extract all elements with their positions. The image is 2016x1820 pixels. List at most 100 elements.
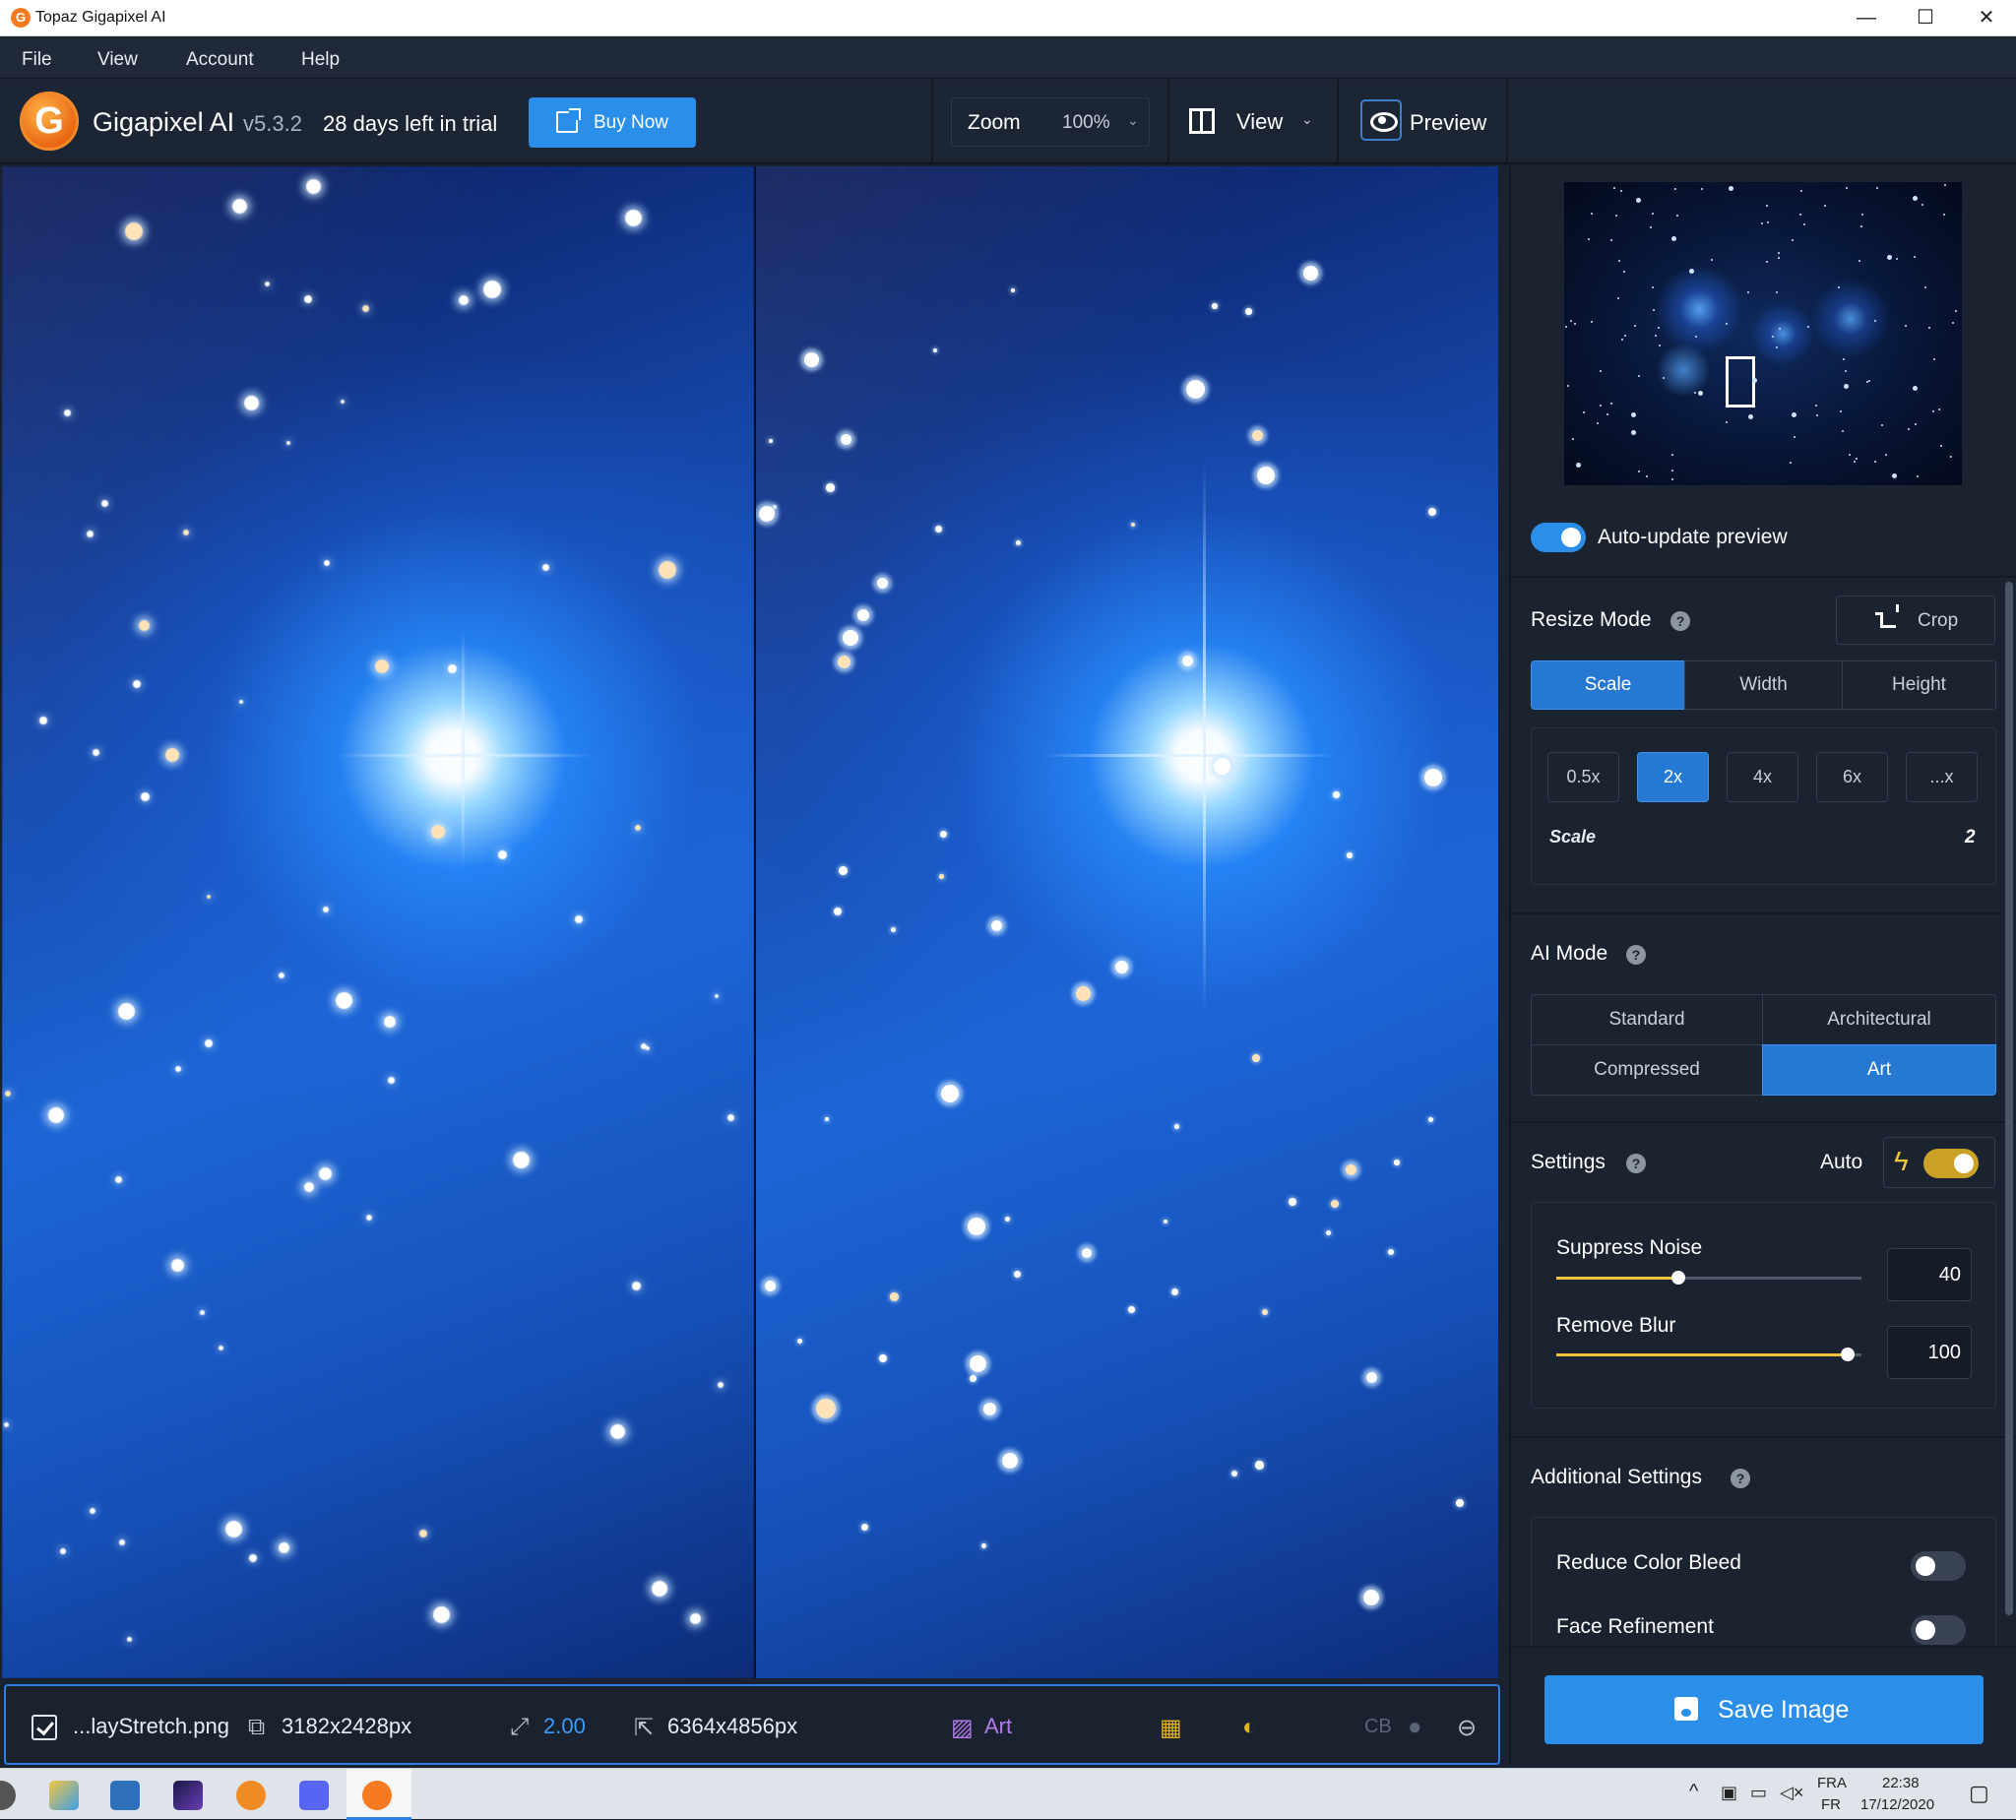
auto-update-label: Auto-update preview bbox=[1598, 526, 1788, 548]
panel-scrollbar[interactable] bbox=[2005, 582, 2013, 1615]
suppress-noise-handle[interactable] bbox=[1671, 1271, 1685, 1285]
reduce-color-bleed-toggle[interactable] bbox=[1911, 1551, 1966, 1581]
output-size: 6364x4856px bbox=[667, 1714, 798, 1738]
auto-update-toggle[interactable] bbox=[1531, 523, 1586, 552]
star bbox=[1182, 656, 1193, 666]
keyboard-layout[interactable]: FR bbox=[1821, 1796, 1841, 1813]
tray-overflow-icon[interactable]: ^ bbox=[1689, 1781, 1698, 1803]
zoom-dropdown[interactable]: Zoom 100% ⌄ bbox=[951, 97, 1150, 147]
buy-now-button[interactable]: Buy Now bbox=[529, 97, 696, 148]
thumbnail-star bbox=[1638, 471, 1640, 472]
remove-blur-input[interactable]: 100 bbox=[1887, 1326, 1972, 1379]
thumbnail-star bbox=[1655, 335, 1657, 337]
clock-time[interactable]: 22:38 bbox=[1882, 1775, 1920, 1791]
chevron-down-icon: ⌄ bbox=[1127, 112, 1139, 128]
star bbox=[981, 1543, 987, 1549]
star bbox=[939, 874, 944, 879]
thumbnail-star bbox=[1868, 380, 1870, 382]
menu-help[interactable]: Help bbox=[301, 49, 340, 71]
taskbar-gigapixel-app[interactable] bbox=[346, 1769, 411, 1820]
auto-settings-toggle[interactable] bbox=[1923, 1149, 1979, 1178]
thumbnail-star bbox=[1776, 291, 1778, 293]
star bbox=[336, 992, 353, 1010]
ai-mode-architectural[interactable]: Architectural bbox=[1762, 994, 1996, 1045]
maximize-button[interactable]: ☐ bbox=[1896, 0, 1955, 36]
save-image-button[interactable]: Save Image bbox=[1544, 1675, 1984, 1744]
scale-chip-6x[interactable]: 6x bbox=[1816, 752, 1888, 802]
star bbox=[219, 1346, 224, 1351]
taskbar-app[interactable] bbox=[0, 1769, 32, 1820]
split-divider[interactable] bbox=[754, 166, 756, 1678]
star bbox=[183, 530, 189, 535]
menu-account[interactable]: Account bbox=[186, 49, 254, 71]
suppress-noise-input[interactable]: 40 bbox=[1887, 1248, 1972, 1301]
tab-width[interactable]: Width bbox=[1684, 660, 1843, 710]
clock-date[interactable]: 17/12/2020 bbox=[1860, 1796, 1934, 1813]
original-image-pane[interactable] bbox=[2, 166, 754, 1678]
ai-mode-art[interactable]: Art bbox=[1762, 1044, 1996, 1096]
viewport-selection-box[interactable] bbox=[1726, 356, 1755, 408]
tray-device-icon[interactable]: ▣ bbox=[1721, 1783, 1737, 1803]
scale-chip-4x[interactable]: 4x bbox=[1727, 752, 1798, 802]
taskbar-astro-app[interactable] bbox=[158, 1769, 219, 1820]
color-bleed-indicator: CB bbox=[1364, 1716, 1392, 1737]
menu-file[interactable]: File bbox=[22, 49, 52, 71]
star bbox=[323, 907, 329, 912]
minimize-button[interactable]: — bbox=[1837, 0, 1896, 36]
thumbnail-star bbox=[1838, 286, 1840, 288]
taskbar-browser-app[interactable] bbox=[220, 1769, 282, 1820]
navigator-thumbnail[interactable] bbox=[1564, 182, 1962, 485]
thumbnail-star bbox=[1610, 403, 1612, 405]
ai-mode-compressed[interactable]: Compressed bbox=[1531, 1044, 1763, 1096]
language-indicator[interactable]: FRA bbox=[1817, 1775, 1847, 1791]
tab-height[interactable]: Height bbox=[1842, 660, 1996, 710]
remove-blur-handle[interactable] bbox=[1841, 1348, 1855, 1361]
thumbnail-star bbox=[1615, 215, 1617, 217]
help-icon[interactable]: ? bbox=[1731, 1469, 1750, 1488]
crop-button[interactable]: Crop bbox=[1836, 596, 1995, 645]
tab-scale[interactable]: Scale bbox=[1531, 660, 1685, 710]
star bbox=[60, 1548, 66, 1554]
taskbar-discord-app[interactable] bbox=[284, 1769, 345, 1820]
enhanced-preview-pane[interactable] bbox=[756, 166, 1498, 1678]
star bbox=[1214, 758, 1231, 776]
thumbnail-star bbox=[1842, 430, 1844, 432]
preview-eye-icon[interactable] bbox=[1360, 99, 1402, 141]
additional-settings-box: Reduce Color Bleed Face Refinement bbox=[1531, 1517, 1996, 1655]
notifications-icon[interactable]: ▢ bbox=[1969, 1781, 1989, 1806]
thumbnail-star bbox=[1815, 405, 1817, 407]
star bbox=[861, 1524, 869, 1532]
remove-blur-slider[interactable] bbox=[1556, 1348, 1861, 1361]
ai-mode-status: Art bbox=[984, 1714, 1013, 1738]
scale-chip-2x[interactable]: 2x bbox=[1637, 752, 1709, 802]
ai-mode-standard[interactable]: Standard bbox=[1531, 994, 1763, 1045]
thumbnail-star bbox=[1671, 478, 1673, 480]
volume-muted-icon[interactable]: ◁× bbox=[1780, 1783, 1803, 1803]
scale-chip-custom[interactable]: ...x bbox=[1906, 752, 1978, 802]
image-select-checkbox[interactable] bbox=[32, 1715, 57, 1740]
menu-view[interactable]: View bbox=[97, 49, 138, 71]
star bbox=[1303, 266, 1318, 281]
thumbnail-star bbox=[1874, 320, 1876, 322]
help-icon[interactable]: ? bbox=[1670, 611, 1690, 631]
remove-image-icon[interactable]: ⊖ bbox=[1457, 1714, 1477, 1742]
taskbar-paint-app[interactable] bbox=[33, 1769, 94, 1820]
star bbox=[1388, 1249, 1394, 1255]
preview-label[interactable]: Preview bbox=[1410, 110, 1486, 136]
help-icon[interactable]: ? bbox=[1626, 1154, 1646, 1173]
image-viewer[interactable] bbox=[2, 166, 1498, 1678]
suppress-noise-slider[interactable] bbox=[1556, 1271, 1861, 1285]
thumbnail-star bbox=[1606, 413, 1608, 415]
face-refinement-label: Face Refinement bbox=[1556, 1615, 1714, 1638]
star bbox=[1394, 1160, 1400, 1165]
close-button[interactable]: ✕ bbox=[1957, 0, 2016, 36]
star bbox=[890, 1292, 899, 1301]
help-icon[interactable]: ? bbox=[1626, 945, 1646, 965]
scale-chip-0-5x[interactable]: 0.5x bbox=[1547, 752, 1619, 802]
network-icon[interactable]: ▭ bbox=[1750, 1783, 1767, 1803]
auto-settings-control[interactable]: ϟ bbox=[1883, 1137, 1995, 1188]
taskbar-calculator-app[interactable] bbox=[94, 1769, 156, 1820]
star bbox=[632, 1282, 641, 1290]
thumbnail-star bbox=[1761, 222, 1763, 224]
face-refinement-toggle[interactable] bbox=[1911, 1615, 1966, 1645]
